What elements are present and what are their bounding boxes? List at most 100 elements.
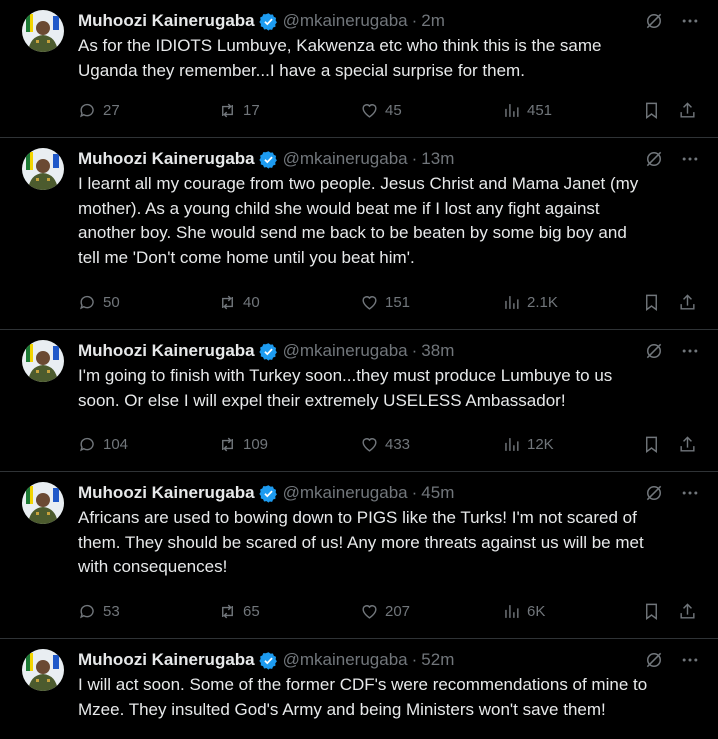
- share-button[interactable]: [678, 602, 697, 621]
- tweet-time[interactable]: 45m: [421, 483, 454, 503]
- author-name[interactable]: Muhoozi Kainerugaba: [78, 341, 255, 361]
- retweet-count: 109: [243, 435, 269, 453]
- share-button[interactable]: [678, 293, 697, 312]
- avatar[interactable]: [22, 649, 64, 691]
- author-handle[interactable]: @mkainerugaba: [283, 11, 408, 31]
- retweet-button[interactable]: 17: [218, 101, 260, 120]
- bookmark-icon: [646, 102, 657, 119]
- tweet-text: I learnt all my courage from two people.…: [78, 174, 639, 267]
- avatar[interactable]: [22, 148, 64, 190]
- like-icon: [362, 604, 377, 619]
- tweet-actions: 50 40 151 2.1K: [78, 291, 700, 313]
- share-icon: [680, 101, 695, 118]
- like-button[interactable]: 151: [360, 293, 410, 312]
- author-handle[interactable]: @mkainerugaba: [283, 341, 408, 361]
- author-handle[interactable]: @mkainerugaba: [283, 149, 408, 169]
- like-count: 45: [385, 101, 402, 119]
- tweet[interactable]: Muhoozi Kainerugaba @mkainerugaba · 13m …: [0, 138, 718, 330]
- views-button[interactable]: 2.1K: [502, 293, 558, 312]
- share-icon: [680, 435, 695, 452]
- tweet-time[interactable]: 2m: [421, 11, 445, 31]
- more-icon[interactable]: [680, 341, 700, 361]
- tweet-header: Muhoozi Kainerugaba @mkainerugaba · 52m: [78, 649, 700, 671]
- author-name[interactable]: Muhoozi Kainerugaba: [78, 11, 255, 31]
- share-button[interactable]: [678, 435, 697, 454]
- retweet-button[interactable]: 109: [218, 435, 268, 454]
- author-handle[interactable]: @mkainerugaba: [283, 483, 408, 503]
- retweet-icon: [222, 103, 233, 117]
- author-name[interactable]: Muhoozi Kainerugaba: [78, 650, 255, 670]
- separator-dot: ·: [411, 341, 418, 360]
- avatar[interactable]: [22, 482, 64, 524]
- tweet-text: Africans are used to bowing down to PIGS…: [78, 508, 644, 576]
- tweet-text: As for the IDIOTS Lumbuye, Kakwenza etc …: [78, 36, 602, 80]
- tweet[interactable]: Muhoozi Kainerugaba @mkainerugaba · 2m A…: [0, 0, 718, 138]
- verified-badge-icon: [258, 150, 278, 169]
- bookmark-button[interactable]: [642, 293, 661, 312]
- share-button[interactable]: [678, 101, 697, 120]
- more-icon[interactable]: [680, 650, 700, 670]
- reply-button[interactable]: 50: [78, 293, 120, 312]
- bookmark-button[interactable]: [642, 101, 661, 120]
- like-button[interactable]: 45: [360, 101, 402, 120]
- grok-icon[interactable]: [644, 483, 664, 503]
- retweet-count: 40: [243, 293, 260, 311]
- like-button[interactable]: 207: [360, 602, 410, 621]
- grok-icon[interactable]: [644, 149, 664, 169]
- more-icon[interactable]: [680, 11, 700, 31]
- more-icon[interactable]: [680, 149, 700, 169]
- tweet-time[interactable]: 13m: [421, 149, 454, 169]
- tweet-time[interactable]: 52m: [421, 650, 454, 670]
- author-name[interactable]: Muhoozi Kainerugaba: [78, 149, 255, 169]
- tweet[interactable]: Muhoozi Kainerugaba @mkainerugaba · 38m …: [0, 330, 718, 472]
- reply-icon: [80, 103, 94, 117]
- tweet-time[interactable]: 38m: [421, 341, 454, 361]
- views-count: 451: [527, 101, 553, 119]
- author-name[interactable]: Muhoozi Kainerugaba: [78, 483, 255, 503]
- reply-button[interactable]: 53: [78, 602, 120, 621]
- timeline-feed: Muhoozi Kainerugaba @mkainerugaba · 2m A…: [0, 0, 718, 739]
- retweet-button[interactable]: 65: [218, 602, 260, 621]
- separator-dot: ·: [411, 650, 418, 669]
- like-icon: [362, 437, 377, 452]
- retweet-count: 17: [243, 101, 260, 119]
- tweet-actions: 53 65 207 6K: [78, 600, 700, 622]
- verified-badge-icon: [258, 651, 278, 670]
- reply-button[interactable]: 104: [78, 435, 128, 454]
- retweet-icon: [222, 295, 233, 309]
- reply-count: 50: [103, 293, 120, 311]
- reply-count: 104: [103, 435, 129, 453]
- views-button[interactable]: 12K: [502, 435, 554, 454]
- tweet[interactable]: Muhoozi Kainerugaba @mkainerugaba · 45m …: [0, 472, 718, 639]
- views-icon: [505, 103, 519, 117]
- tweet-header: Muhoozi Kainerugaba @mkainerugaba · 2m: [78, 10, 700, 32]
- views-button[interactable]: 451: [502, 101, 552, 120]
- avatar[interactable]: [22, 10, 64, 52]
- retweet-button[interactable]: 40: [218, 293, 260, 312]
- more-icon[interactable]: [680, 483, 700, 503]
- tweet-text: I'm going to finish with Turkey soon...t…: [78, 366, 613, 410]
- tweet-text: I will act soon. Some of the former CDF'…: [78, 675, 648, 719]
- separator-dot: ·: [411, 11, 418, 30]
- bookmark-button[interactable]: [642, 435, 661, 454]
- bookmark-icon: [646, 436, 657, 453]
- bookmark-button[interactable]: [642, 602, 661, 621]
- grok-icon[interactable]: [644, 341, 664, 361]
- author-handle[interactable]: @mkainerugaba: [283, 650, 408, 670]
- views-icon: [505, 604, 519, 618]
- like-button[interactable]: 433: [360, 435, 410, 454]
- tweet[interactable]: Muhoozi Kainerugaba @mkainerugaba · 52m …: [0, 639, 718, 739]
- grok-icon[interactable]: [644, 11, 664, 31]
- views-count: 2.1K: [527, 293, 558, 311]
- avatar[interactable]: [22, 340, 64, 382]
- share-icon: [680, 602, 695, 619]
- tweet-actions: 104 109 433 12K: [78, 433, 700, 455]
- like-count: 433: [385, 435, 411, 453]
- reply-button[interactable]: 27: [78, 101, 120, 120]
- grok-icon[interactable]: [644, 650, 664, 670]
- reply-icon: [80, 295, 94, 309]
- bookmark-icon: [646, 294, 657, 311]
- verified-badge-icon: [258, 342, 278, 361]
- views-icon: [505, 295, 519, 309]
- views-button[interactable]: 6K: [502, 602, 545, 621]
